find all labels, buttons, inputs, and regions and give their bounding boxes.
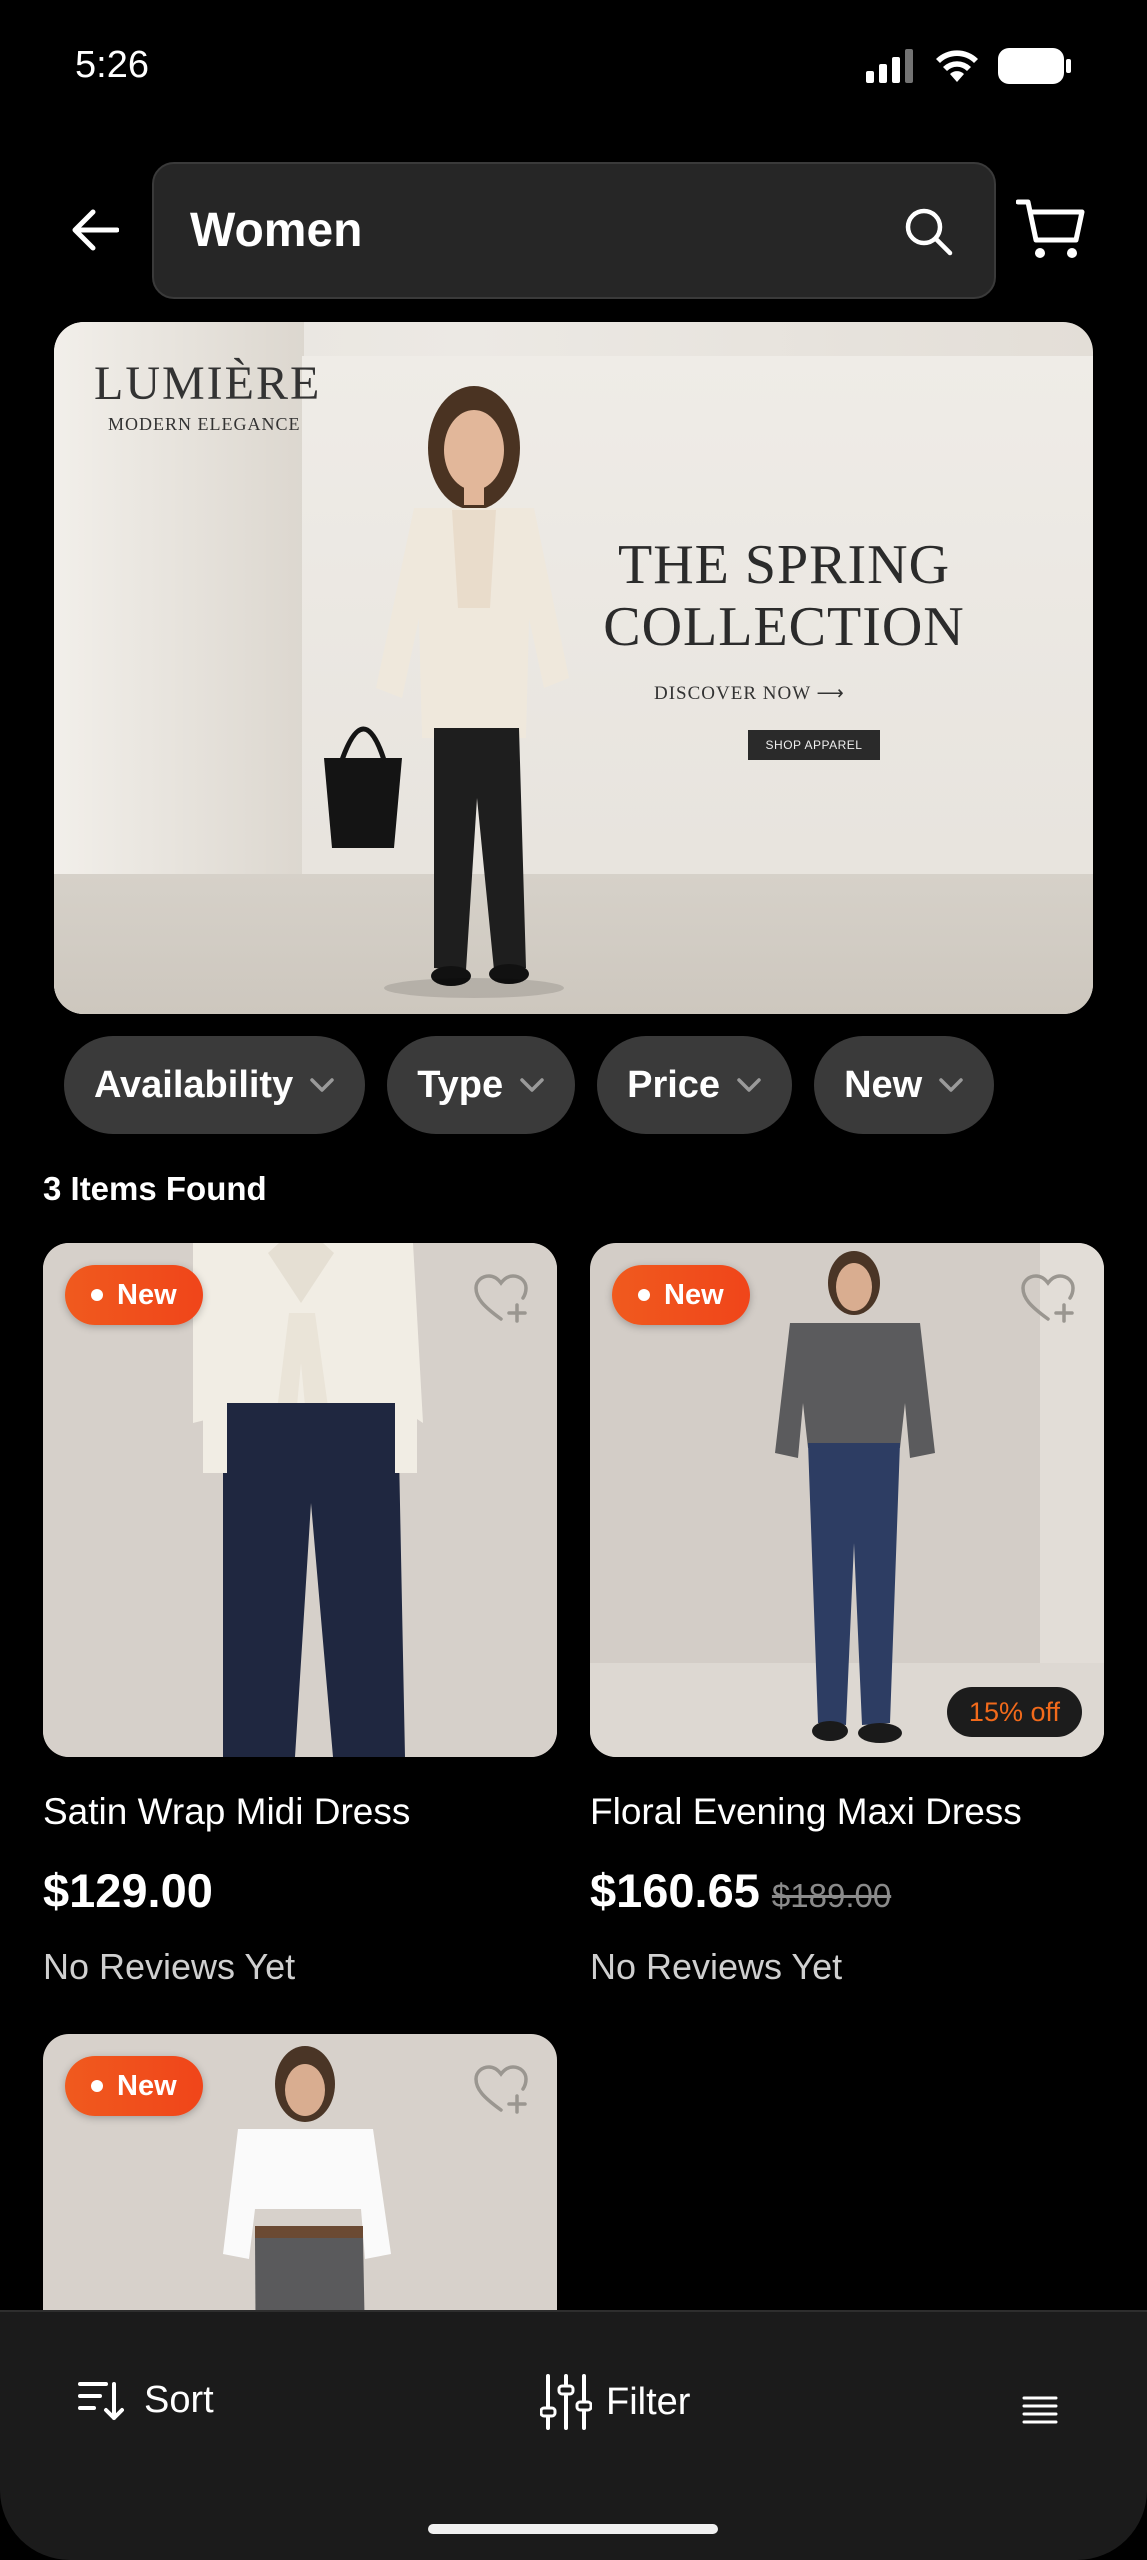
chevron-down-icon <box>520 1078 544 1092</box>
product-reviews: No Reviews Yet <box>43 1946 296 1987</box>
new-badge: New <box>65 2056 203 2116</box>
product-image[interactable]: New 15% off <box>590 1243 1104 1757</box>
chip-availability[interactable]: Availability <box>64 1036 366 1134</box>
product-title[interactable]: Floral Evening Maxi Dress <box>590 1791 1104 1833</box>
discover-link[interactable]: DISCOVER NOW ⟶ <box>654 682 954 705</box>
search-input[interactable]: Women <box>152 162 996 299</box>
badge-label: New <box>664 1278 724 1311</box>
price-current: $129.00 <box>43 1864 213 1917</box>
new-badge: New <box>65 1265 203 1325</box>
screen: 5:26 Women LUMIÈRE MODERN ELEGANCE THE S… <box>0 0 1147 2560</box>
filter-button[interactable]: Filter <box>540 2374 690 2430</box>
product-reviews: No Reviews Yet <box>590 1946 843 1987</box>
badge-label: New <box>117 1278 177 1311</box>
cart-button[interactable] <box>1012 195 1090 265</box>
chip-label: Price <box>627 1063 721 1106</box>
wifi-icon <box>936 50 978 82</box>
status-bar: 5:26 <box>0 0 1147 140</box>
brand-tagline: MODERN ELEGANCE <box>108 414 301 434</box>
list-view-icon[interactable] <box>1020 2390 1060 2430</box>
chevron-down-icon <box>939 1078 963 1092</box>
product-card[interactable]: New Satin Wrap Midi Dress $129.00 No Rev… <box>43 1243 557 1988</box>
heart-add-icon[interactable] <box>473 2064 529 2116</box>
heart-add-icon[interactable] <box>1020 1273 1076 1325</box>
chevron-down-icon <box>737 1078 761 1092</box>
filter-chips: Availability Type Price New <box>64 1036 995 1134</box>
badge-label: New <box>117 2069 177 2102</box>
shop-apparel-button[interactable]: SHOP APPAREL <box>748 730 880 760</box>
chip-label: Type <box>417 1063 504 1106</box>
sort-button[interactable]: Sort <box>78 2378 214 2422</box>
price-original: $189.00 <box>771 1877 892 1914</box>
banner-model-image <box>324 386 569 998</box>
chip-label: Availability <box>94 1063 294 1106</box>
product-title[interactable]: Satin Wrap Midi Dress <box>43 1791 557 1833</box>
banner-heading: THE SPRING COLLECTION <box>594 534 974 658</box>
product-card[interactable]: New 15% off Floral Evening Maxi Dress $1… <box>590 1243 1104 1988</box>
badge-dot <box>91 2080 103 2092</box>
price-current: $160.65 <box>590 1864 760 1917</box>
discount-badge: 15% off <box>946 1687 1082 1737</box>
search-icon <box>905 208 953 255</box>
chip-type[interactable]: Type <box>387 1036 576 1134</box>
chevron-down-icon <box>310 1078 334 1092</box>
arrow-left-icon <box>72 209 119 251</box>
badge-dot <box>91 1289 103 1301</box>
home-indicator[interactable] <box>428 2524 718 2534</box>
product-image[interactable]: New <box>43 1243 557 1757</box>
badge-dot <box>638 1289 650 1301</box>
search-value[interactable]: Women <box>190 203 898 258</box>
chip-new[interactable]: New <box>814 1036 995 1134</box>
sliders-icon <box>540 2374 592 2430</box>
product-price: $160.65 $189.00 <box>590 1863 1104 1918</box>
sort-icon <box>78 2382 124 2420</box>
promo-banner[interactable]: LUMIÈRE MODERN ELEGANCE THE SPRING COLLE… <box>54 322 1093 1014</box>
items-found-count: 3 Items Found <box>43 1170 267 1207</box>
back-button[interactable] <box>60 195 130 265</box>
chip-price[interactable]: Price <box>597 1036 793 1134</box>
banner-heading-line2: COLLECTION <box>603 596 965 658</box>
signal-icon <box>866 49 913 83</box>
product-price: $129.00 <box>43 1863 557 1918</box>
status-time: 5:26 <box>75 44 149 86</box>
battery-icon <box>998 48 1071 84</box>
filter-label: Filter <box>606 2380 691 2423</box>
banner-heading-line1: THE SPRING <box>617 534 951 596</box>
brand-logo: LUMIÈRE <box>94 357 322 410</box>
heart-add-icon[interactable] <box>473 1273 529 1325</box>
new-badge: New <box>612 1265 750 1325</box>
status-icons <box>866 48 1072 84</box>
search-button[interactable] <box>898 201 958 261</box>
cart-icon <box>1016 199 1085 258</box>
bottom-action-bar: Sort Filter <box>0 2310 1147 2560</box>
chip-label: New <box>844 1063 923 1106</box>
sort-label: Sort <box>144 2378 214 2421</box>
